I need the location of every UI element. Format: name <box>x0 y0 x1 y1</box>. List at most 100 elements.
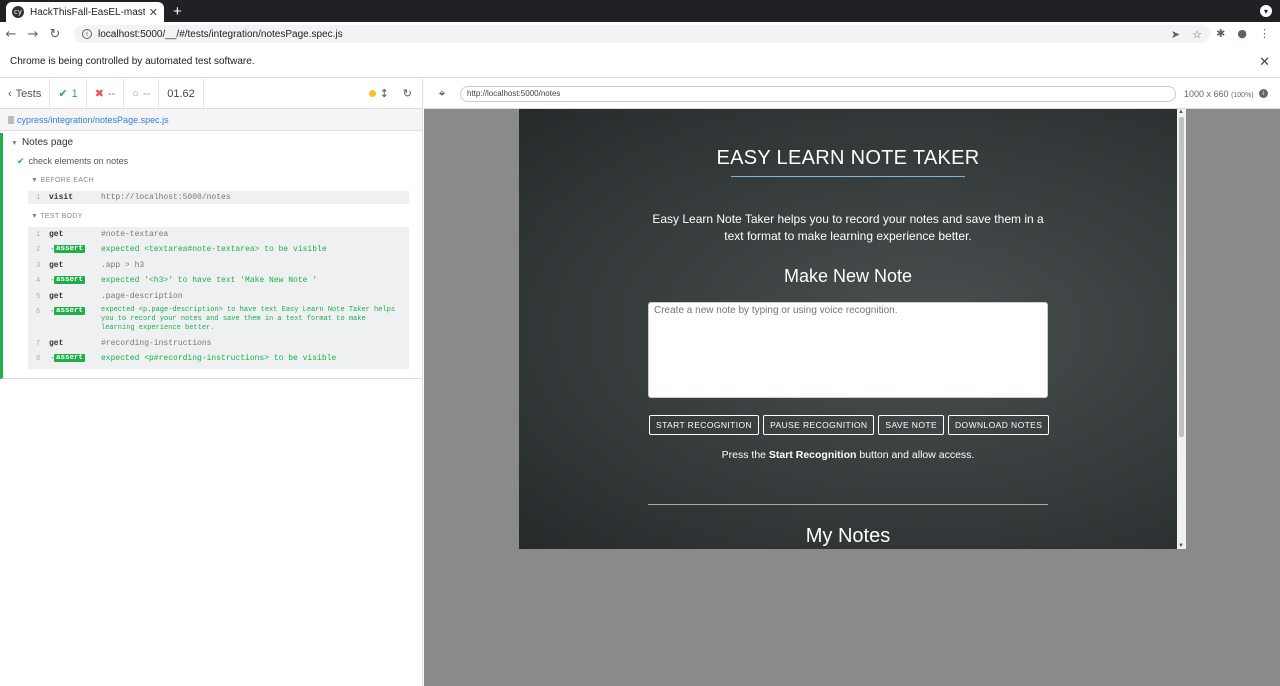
assert-badge: assert <box>54 276 86 284</box>
cmd-number: 4 <box>36 277 41 285</box>
cmd-message: #note-textarea <box>101 230 169 239</box>
pause-recognition-button[interactable]: PAUSE RECOGNITION <box>763 415 875 435</box>
running-status-icon <box>368 90 376 97</box>
cmd-message: http://localhost:5000/notes <box>101 193 231 202</box>
cmd-number: 7 <box>36 340 41 348</box>
command-row[interactable]: 7 get #recording-instructions <box>28 336 409 351</box>
command-row[interactable]: 2 - assert expected <textarea#note-texta… <box>28 242 409 257</box>
cmd-message: .app > h3 <box>101 261 145 270</box>
infobar-text: Chrome is being controlled by automated … <box>10 56 255 67</box>
cmd-number: 6 <box>36 308 41 316</box>
cmd-message: expected <p.page-description> to have te… <box>101 306 396 332</box>
bookmark-star-icon[interactable]: ☆ <box>1192 28 1202 41</box>
suite: ▼ Notes page ✔ check elements on notes ▼ B… <box>0 133 422 379</box>
command-row[interactable]: 5 get .page-description <box>28 289 409 304</box>
tab-title: HackThisFall-EasEL-master-ba <box>30 6 145 18</box>
test-body-label: TEST BODY <box>40 213 83 220</box>
cypress-favicon-icon: cy <box>12 6 24 18</box>
recording-instructions: Press the Start Recognition button and a… <box>519 449 1177 461</box>
test-title-text: check elements on notes <box>28 156 129 166</box>
start-recognition-button[interactable]: START RECOGNITION <box>649 415 760 435</box>
test-title[interactable]: ✔ check elements on notes <box>17 156 128 167</box>
menu-icon[interactable]: ⋮ <box>1259 27 1270 40</box>
instr-post: button and allow access. <box>859 449 975 461</box>
instr-pre: Press the <box>721 449 766 461</box>
download-notes-button[interactable]: DOWNLOAD NOTES <box>948 415 1050 435</box>
command-row[interactable]: 8 - assert expected <p#recording-instruc… <box>28 351 409 367</box>
pending-value: -- <box>142 87 151 100</box>
command-row[interactable]: 1 visit http://localhost:5000/notes <box>28 191 409 204</box>
chevron-left-icon: ‹ <box>8 87 12 100</box>
scroll-down-icon[interactable]: ▼ <box>1178 543 1184 549</box>
send-icon[interactable]: ➤ <box>1171 28 1180 41</box>
command-row[interactable]: 3 get .app > h3 <box>28 258 409 273</box>
cypress-reporter: ‹ Tests ✔ 1 ✖ -- ○ -- 01.62 ↕ ↻ cypress/… <box>0 78 423 686</box>
reload-icon[interactable]: ↻ <box>44 27 66 42</box>
cmd-message: expected '<h3>' to have text 'Make New N… <box>101 276 318 285</box>
automation-infobar: Chrome is being controlled by automated … <box>0 46 1280 78</box>
app-title: EASY LEARN NOTE TAKER <box>716 147 980 169</box>
autoscroll-icon[interactable]: ↕ <box>380 87 389 100</box>
browser-toolbar: ← → ↻ i localhost:5000/__/#/tests/integr… <box>0 22 1280 46</box>
command-row[interactable]: 1 get #note-textarea <box>28 227 409 242</box>
recognition-buttons: START RECOGNITION PAUSE RECOGNITION SAVE… <box>649 415 1050 435</box>
forward-icon[interactable]: → <box>22 27 44 42</box>
infobar-close-icon[interactable]: ✕ <box>1259 54 1270 70</box>
cross-icon: ✖ <box>94 88 104 100</box>
divider <box>648 504 1048 505</box>
assert-badge: assert <box>54 307 86 315</box>
failed-value: -- <box>107 87 116 100</box>
new-tab-icon[interactable]: + <box>173 3 182 20</box>
site-info-icon[interactable]: i <box>82 29 92 39</box>
test-body-header[interactable]: ▼ TEST BODY <box>31 213 83 220</box>
check-icon: ✔ <box>17 156 25 166</box>
extensions-icon[interactable]: ✱ <box>1216 27 1225 40</box>
scroll-up-icon[interactable]: ▲ <box>1178 109 1184 115</box>
duration: 01.62 <box>159 78 204 109</box>
address-text: localhost:5000/__/#/tests/integration/no… <box>98 28 343 40</box>
back-icon[interactable]: ← <box>0 27 22 42</box>
cmd-message: expected <textarea#note-textarea> to be … <box>101 245 327 254</box>
selector-playground-icon[interactable]: ⌖ <box>424 86 460 101</box>
cmd-number: 2 <box>36 246 41 254</box>
pending-count[interactable]: ○ -- <box>124 78 160 109</box>
cmd-name: get <box>49 261 64 270</box>
address-bar[interactable]: i localhost:5000/__/#/tests/integration/… <box>74 25 1210 43</box>
cmd-name: get <box>49 230 64 239</box>
duration-value: 01.62 <box>167 87 195 100</box>
cmd-name: visit <box>49 193 74 202</box>
save-note-button[interactable]: SAVE NOTE <box>878 415 945 435</box>
caret-down-icon: ▼ <box>11 140 18 147</box>
circle-icon: ○ <box>132 87 139 100</box>
passed-value: 1 <box>71 87 78 100</box>
browser-tab[interactable]: cy HackThisFall-EasEL-master-ba ✕ <box>6 2 164 22</box>
info-icon[interactable]: i <box>1258 89 1268 98</box>
command-row[interactable]: 6 - assert expected <p.page-description>… <box>28 304 409 336</box>
cmd-message: .page-description <box>101 292 183 301</box>
spec-path[interactable]: cypress/integration/notesPage.spec.js <box>0 109 422 131</box>
scrollbar[interactable]: ▲ ▼ <box>1177 109 1186 549</box>
zoom-value: (100%) <box>1231 91 1254 99</box>
scrollbar-thumb[interactable] <box>1179 117 1184 437</box>
cmd-name: get <box>49 292 64 301</box>
command-list: 1 get #note-textarea 2 - assert expected… <box>28 227 409 369</box>
note-textarea[interactable] <box>648 302 1048 398</box>
spec-path-text: cypress/integration/notesPage.spec.js <box>17 114 169 125</box>
instr-bold: Start Recognition <box>768 449 857 461</box>
command-row[interactable]: 4 - assert expected '<h3>' to have text … <box>28 273 409 288</box>
tests-button[interactable]: ‹ Tests <box>0 78 51 109</box>
tab-search-icon[interactable]: ▾ <box>1260 5 1272 17</box>
cmd-number: 1 <box>36 194 41 202</box>
passed-count[interactable]: ✔ 1 <box>50 78 87 109</box>
before-each-label: BEFORE EACH <box>40 177 94 184</box>
make-new-note-heading: Make New Note <box>783 266 913 286</box>
reporter-header: ‹ Tests ✔ 1 ✖ -- ○ -- 01.62 ↕ ↻ <box>0 78 422 109</box>
restart-icon[interactable]: ↻ <box>403 87 412 100</box>
preview-url[interactable]: http://localhost:5000/notes <box>460 85 1176 102</box>
profile-icon[interactable]: ● <box>1237 27 1247 40</box>
failed-count[interactable]: ✖ -- <box>87 78 125 109</box>
close-tab-icon[interactable]: ✕ <box>149 6 158 19</box>
before-each-header[interactable]: ▼ BEFORE EACH <box>31 177 94 184</box>
suite-title[interactable]: ▼ Notes page <box>11 137 73 148</box>
cmd-message: expected <p#recording-instructions> to b… <box>101 354 337 363</box>
